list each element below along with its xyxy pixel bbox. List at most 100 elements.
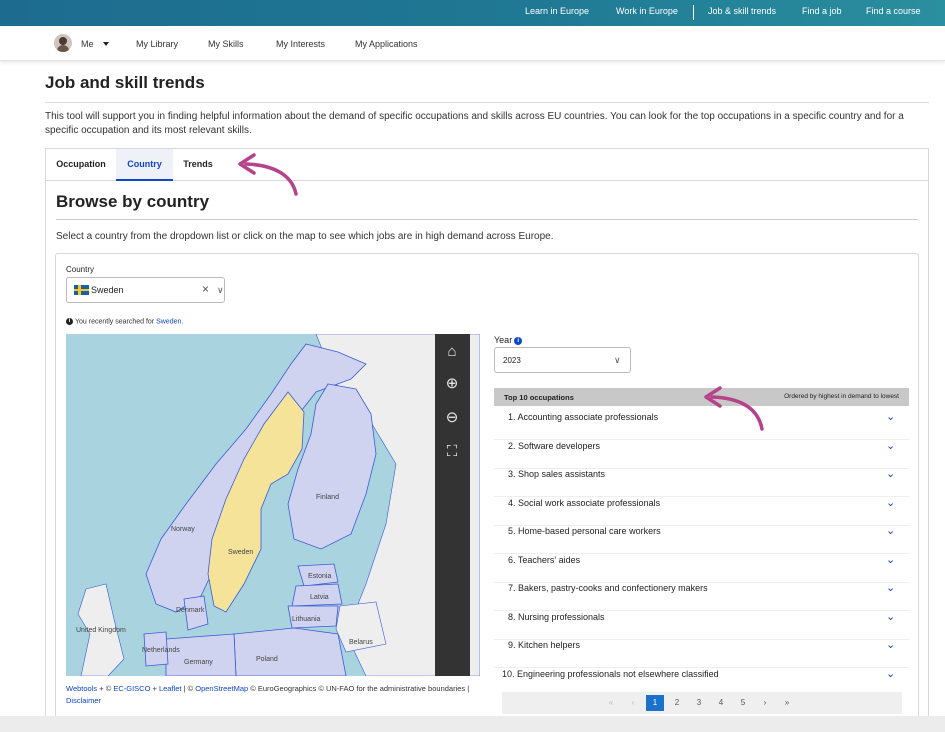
occupation-label: 3. Shop sales assistants (508, 469, 606, 479)
page-button[interactable]: 4 (712, 695, 730, 711)
me-menu[interactable]: Me (81, 39, 94, 49)
first-page-button[interactable]: « (602, 695, 620, 711)
pagination: « ‹ 1 2 3 4 5 › » (502, 692, 902, 714)
year-select[interactable]: 2023 ∨ (494, 347, 631, 373)
link-ec-gisco[interactable]: EC-GISCO (113, 684, 150, 693)
map-label-latvia: Latvia (310, 594, 329, 601)
chevron-down-icon[interactable]: ⌄ (886, 667, 895, 680)
ordering-note: Ordered by highest in demand to lowest (784, 393, 899, 400)
country-select[interactable]: Sweden × ∨ (66, 277, 225, 303)
tab-occupation[interactable]: Occupation (46, 149, 116, 181)
chevron-down-icon: ∨ (614, 355, 621, 365)
occupation-item[interactable]: 3. Shop sales assistants ⌄ (494, 467, 909, 497)
nav-work-in-europe[interactable]: Work in Europe (616, 6, 678, 16)
attribution-text: © EuroGeographics © UN-FAO for the admin… (248, 684, 470, 693)
trends-panel: Occupation Country Trends Browse by coun… (45, 148, 929, 723)
clear-icon[interactable]: × (202, 282, 209, 296)
chevron-down-icon[interactable]: ⌄ (886, 581, 895, 594)
chevron-down-icon[interactable]: ⌄ (886, 496, 895, 509)
recent-search-note: i You recently searched for Sweden. (66, 318, 183, 325)
fullscreen-icon[interactable]: ⛶ (440, 440, 464, 464)
year-label-text: Year (494, 335, 513, 345)
europe-map[interactable]: Finland Norway Sweden Estonia Latvia Lit… (66, 334, 480, 676)
occupation-item[interactable]: 8. Nursing professionals ⌄ (494, 610, 909, 640)
chevron-down-icon[interactable]: ∨ (217, 285, 224, 296)
recent-search-text: You recently searched for (75, 318, 155, 326)
browse-description: Select a country from the dropdown list … (56, 231, 554, 242)
nav-my-library[interactable]: My Library (136, 39, 178, 49)
occupation-label: 10. Engineering professionals not elsewh… (502, 669, 719, 679)
map-region-germany (165, 633, 237, 676)
top-navigation-bar: Learn in Europe Work in Europe Job & ski… (0, 0, 945, 26)
home-icon[interactable]: ⌂ (440, 340, 464, 364)
map-label-netherlands: Netherlands (142, 647, 180, 654)
zoom-out-icon[interactable]: ⊖ (440, 406, 464, 430)
chevron-down-icon[interactable]: ⌄ (886, 524, 895, 537)
attribution-text: | © (181, 684, 196, 693)
tab-country[interactable]: Country (116, 149, 173, 181)
last-page-button[interactable]: » (778, 695, 796, 711)
occupation-item[interactable]: 5. Home-based personal care workers ⌄ (494, 524, 909, 554)
zoom-in-icon[interactable]: ⊕ (440, 372, 464, 396)
chevron-down-icon[interactable]: ⌄ (886, 553, 895, 566)
nav-find-a-course[interactable]: Find a course (866, 6, 921, 16)
nav-my-skills[interactable]: My Skills (208, 39, 244, 49)
year-label: Year i (494, 335, 523, 345)
attribution-text: + © (97, 684, 114, 693)
chevron-down-icon[interactable]: ⌄ (886, 610, 895, 623)
country-browser: Country Sweden × ∨ i You recently searche… (55, 253, 919, 723)
nav-separator (693, 5, 694, 20)
page-title: Job and skill trends (45, 73, 205, 92)
chevron-down-icon[interactable]: ⌄ (886, 638, 895, 651)
occupation-item[interactable]: 4. Social work associate professionals ⌄ (494, 496, 909, 526)
next-page-button[interactable]: › (756, 695, 774, 711)
annotation-arrow (704, 386, 764, 431)
map-label-germany: Germany (184, 659, 213, 666)
nav-find-a-job[interactable]: Find a job (802, 6, 842, 16)
divider (56, 219, 918, 220)
chevron-down-icon[interactable]: ⌄ (886, 439, 895, 452)
info-icon: i (66, 318, 73, 325)
map-label-norway: Norway (171, 526, 195, 533)
nav-learn-in-europe[interactable]: Learn in Europe (525, 6, 589, 16)
tab-trends[interactable]: Trends (173, 149, 223, 181)
link-webtools[interactable]: Webtools (66, 684, 97, 693)
link-disclaimer[interactable]: Disclaimer (66, 696, 101, 705)
page-intro: This tool will support you in finding he… (45, 111, 904, 136)
attribution-text: + (150, 684, 159, 693)
occupation-label: 1. Accounting associate professionals (508, 412, 659, 422)
occupation-item[interactable]: 9. Kitchen helpers ⌄ (494, 638, 909, 668)
link-leaflet[interactable]: Leaflet (159, 684, 182, 693)
nav-my-interests[interactable]: My Interests (276, 39, 325, 49)
page-button[interactable]: 5 (734, 695, 752, 711)
prev-page-button[interactable]: ‹ (624, 695, 642, 711)
bottom-scroll-area (0, 716, 945, 732)
occupation-item[interactable]: 7. Bakers, pastry-cooks and confectioner… (494, 581, 909, 611)
occupation-label: 8. Nursing professionals (508, 612, 605, 622)
page-button[interactable]: 3 (690, 695, 708, 711)
annotation-arrow (238, 153, 298, 196)
country-label: Country (66, 265, 95, 274)
occupation-label: 5. Home-based personal care workers (508, 526, 661, 536)
map-label-uk: United Kingdom (76, 627, 126, 634)
occupation-label: 4. Social work associate professionals (508, 498, 661, 508)
caret-down-icon[interactable] (103, 42, 109, 46)
link-openstreetmap[interactable]: OpenStreetMap (195, 684, 248, 693)
map-toolbar: ⌂ ⊕ ⊖ ⛶ (435, 334, 470, 676)
sweden-flag-icon (74, 285, 89, 295)
year-select-value: 2023 (503, 356, 521, 365)
chevron-down-icon[interactable]: ⌄ (886, 410, 895, 423)
page-button[interactable]: 2 (668, 695, 686, 711)
chevron-down-icon[interactable]: ⌄ (886, 467, 895, 480)
nav-job-skill-trends[interactable]: Job & skill trends (708, 6, 776, 16)
map-label-belarus: Belarus (349, 639, 373, 646)
occupation-item[interactable]: 2. Software developers ⌄ (494, 439, 909, 469)
country-select-value: Sweden (91, 285, 124, 295)
nav-my-applications[interactable]: My Applications (355, 39, 418, 49)
occupation-item[interactable]: 6. Teachers' aides ⌄ (494, 553, 909, 583)
avatar[interactable] (54, 34, 72, 52)
occupation-label: 9. Kitchen helpers (508, 640, 581, 650)
info-icon[interactable]: i (514, 336, 523, 345)
page-button[interactable]: 1 (646, 695, 664, 711)
recent-search-link[interactable]: Sweden. (156, 318, 183, 325)
